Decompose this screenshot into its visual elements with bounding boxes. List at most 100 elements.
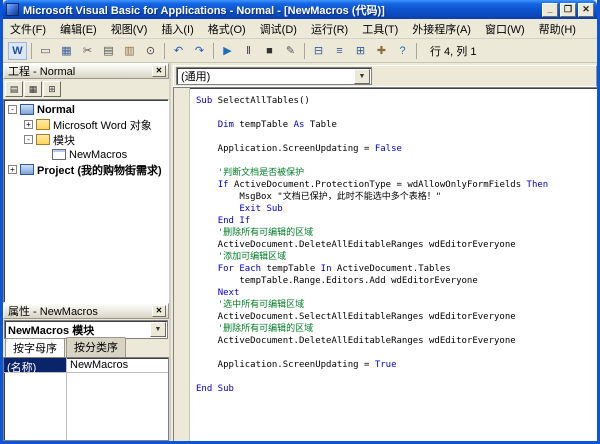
code-lines[interactable]: Sub SelectAllTables() Dim tempTable As T… — [190, 88, 597, 441]
menu-item-9[interactable]: 窗口(W) — [478, 19, 532, 39]
expand-icon[interactable]: + — [24, 120, 33, 129]
chevron-down-icon[interactable]: ▼ — [150, 322, 166, 337]
menu-bar: 文件(F)编辑(E)视图(V)插入(I)格式(O)调试(D)运行(R)工具(T)… — [3, 19, 597, 39]
title-bar[interactable]: Microsoft Visual Basic for Applications … — [3, 0, 597, 19]
code-line[interactable]: '添加可编辑区域 — [196, 251, 597, 263]
collapse-icon[interactable]: - — [24, 135, 33, 144]
project-tree: -Normal+Microsoft Word 对象 - 模块NewMacros + Pr… — [3, 99, 169, 303]
project-panel-close-icon[interactable]: ✕ — [152, 65, 166, 77]
properties-panel-header[interactable]: 属性 - NewMacros ✕ — [3, 303, 169, 319]
design-mode-icon[interactable]: ✎ — [281, 42, 300, 60]
properties-grid: (名称)NewMacros — [3, 357, 169, 441]
menu-item-0[interactable]: 文件(F) — [3, 19, 53, 39]
cut-icon[interactable]: ✂ — [78, 42, 97, 60]
code-line[interactable]: End If — [196, 215, 597, 227]
code-line[interactable]: '删除所有可编辑的区域 — [196, 323, 597, 335]
code-line[interactable]: Exit Sub — [196, 203, 597, 215]
toggle-folders-button[interactable]: ⊞ — [43, 81, 61, 97]
code-line[interactable]: End Sub — [196, 383, 597, 395]
vba-main-window: Microsoft Visual Basic for Applications … — [0, 0, 600, 444]
toolbar: W ▭▦✂▤▥⊙ ↶↷ ▶‖■✎ ⊟≡⊞✚? 行 4, 列 1 — [3, 39, 597, 63]
find-icon[interactable]: ⊙ — [141, 42, 160, 60]
minimize-button[interactable]: _ — [542, 3, 558, 17]
menu-item-8[interactable]: 外接程序(A) — [405, 19, 478, 39]
help-icon[interactable]: ? — [393, 42, 412, 60]
code-line[interactable]: Sub SelectAllTables() — [196, 95, 597, 107]
paste-icon[interactable]: ▥ — [120, 42, 139, 60]
tree-item-label: 模块 — [53, 132, 75, 148]
code-line[interactable] — [196, 107, 597, 119]
code-line[interactable] — [196, 131, 597, 143]
property-row[interactable]: (名称)NewMacros — [4, 358, 168, 373]
code-line[interactable]: MsgBox "文档已保护，此时不能选中多个表格！" — [196, 191, 597, 203]
reset-icon[interactable]: ■ — [260, 42, 279, 60]
view-object-button[interactable]: ▦ — [24, 81, 42, 97]
property-name[interactable]: (名称) — [4, 358, 66, 372]
cursor-position-indicator: 行 4, 列 1 — [430, 43, 476, 59]
tree-item[interactable]: -Normal — [4, 102, 168, 117]
code-line[interactable] — [196, 155, 597, 167]
view-code-button[interactable]: ▤ — [5, 81, 23, 97]
project-panel-header[interactable]: 工程 - Normal ✕ — [3, 63, 169, 79]
code-line[interactable]: '选中所有可编辑区域 — [196, 299, 597, 311]
menu-item-2[interactable]: 视图(V) — [104, 19, 155, 39]
toolbar-separator — [31, 43, 32, 59]
redo-icon[interactable]: ↷ — [190, 42, 209, 60]
project-panel-title: 工程 - Normal — [8, 63, 152, 79]
property-value[interactable]: NewMacros — [66, 358, 168, 372]
code-line[interactable]: tempTable.Range.Editors.Add wdEditorEver… — [196, 275, 597, 287]
collapse-icon[interactable]: - — [8, 105, 17, 114]
copy-icon[interactable]: ▤ — [99, 42, 118, 60]
project-explorer-panel: 工程 - Normal ✕ ▤▦⊞ -Normal+Microsoft Word… — [3, 63, 169, 303]
save-icon[interactable]: ▦ — [57, 42, 76, 60]
code-line[interactable]: Application.ScreenUpdating = False — [196, 143, 597, 155]
code-line[interactable]: For Each tempTable In ActiveDocument.Tab… — [196, 263, 597, 275]
tree-item[interactable]: + Project (我的购物街需求) — [4, 162, 168, 177]
maximize-button[interactable]: ❐ — [560, 3, 576, 17]
code-line[interactable]: Dim tempTable As Table — [196, 119, 597, 131]
breakpoint-margin[interactable] — [174, 88, 190, 441]
tree-item-label: Project (我的购物街需求) — [37, 162, 162, 178]
menu-item-5[interactable]: 调试(D) — [253, 19, 304, 39]
code-line[interactable]: '判断文档是否被保护 — [196, 167, 597, 179]
code-line[interactable]: If ActiveDocument.ProtectionType = wdAll… — [196, 179, 597, 191]
tree-item[interactable]: NewMacros — [4, 147, 168, 162]
code-line[interactable] — [196, 371, 597, 383]
run-icon[interactable]: ▶ — [218, 42, 237, 60]
undo-icon[interactable]: ↶ — [169, 42, 188, 60]
code-line[interactable]: ActiveDocument.DeleteAllEditableRanges w… — [196, 239, 597, 251]
properties-tab-0[interactable]: 按字母序 — [5, 338, 65, 358]
properties-window-icon[interactable]: ≡ — [330, 42, 349, 60]
project-explorer-icon[interactable]: ⊟ — [309, 42, 328, 60]
properties-panel-title: 属性 - NewMacros — [8, 303, 152, 319]
menu-item-7[interactable]: 工具(T) — [355, 19, 405, 39]
code-line[interactable]: ActiveDocument.SelectAllEditableRanges w… — [196, 311, 597, 323]
toolbar-separator — [213, 43, 214, 59]
object-dropdown[interactable]: (通用) ▼ — [176, 67, 372, 85]
tree-item[interactable]: - 模块 — [4, 132, 168, 147]
code-editor[interactable]: Sub SelectAllTables() Dim tempTable As T… — [173, 87, 597, 441]
tree-item[interactable]: +Microsoft Word 对象 — [4, 117, 168, 132]
code-line[interactable]: ActiveDocument.DeleteAllEditableRanges w… — [196, 335, 597, 347]
menu-item-10[interactable]: 帮助(H) — [532, 19, 583, 39]
object-browser-icon[interactable]: ⊞ — [351, 42, 370, 60]
code-line[interactable]: Application.ScreenUpdating = True — [196, 359, 597, 371]
word-icon[interactable]: W — [8, 42, 27, 60]
toolbox-icon[interactable]: ✚ — [372, 42, 391, 60]
code-line[interactable] — [196, 347, 597, 359]
insert-userform-icon[interactable]: ▭ — [36, 42, 55, 60]
properties-panel-close-icon[interactable]: ✕ — [152, 305, 166, 317]
menu-item-4[interactable]: 格式(O) — [201, 19, 253, 39]
main-area: 工程 - Normal ✕ ▤▦⊞ -Normal+Microsoft Word… — [3, 63, 597, 441]
code-line[interactable]: '删除所有可编辑的区域 — [196, 227, 597, 239]
close-button[interactable]: ✕ — [578, 3, 594, 17]
menu-item-1[interactable]: 编辑(E) — [53, 19, 104, 39]
code-line[interactable]: Next — [196, 287, 597, 299]
chevron-down-icon[interactable]: ▼ — [354, 69, 370, 84]
code-window-header: (通用) ▼ — [173, 65, 597, 87]
expand-icon[interactable]: + — [8, 165, 17, 174]
properties-tab-1[interactable]: 按分类序 — [66, 337, 126, 357]
menu-item-6[interactable]: 运行(R) — [304, 19, 355, 39]
menu-item-3[interactable]: 插入(I) — [154, 19, 200, 39]
break-icon[interactable]: ‖ — [239, 42, 258, 60]
